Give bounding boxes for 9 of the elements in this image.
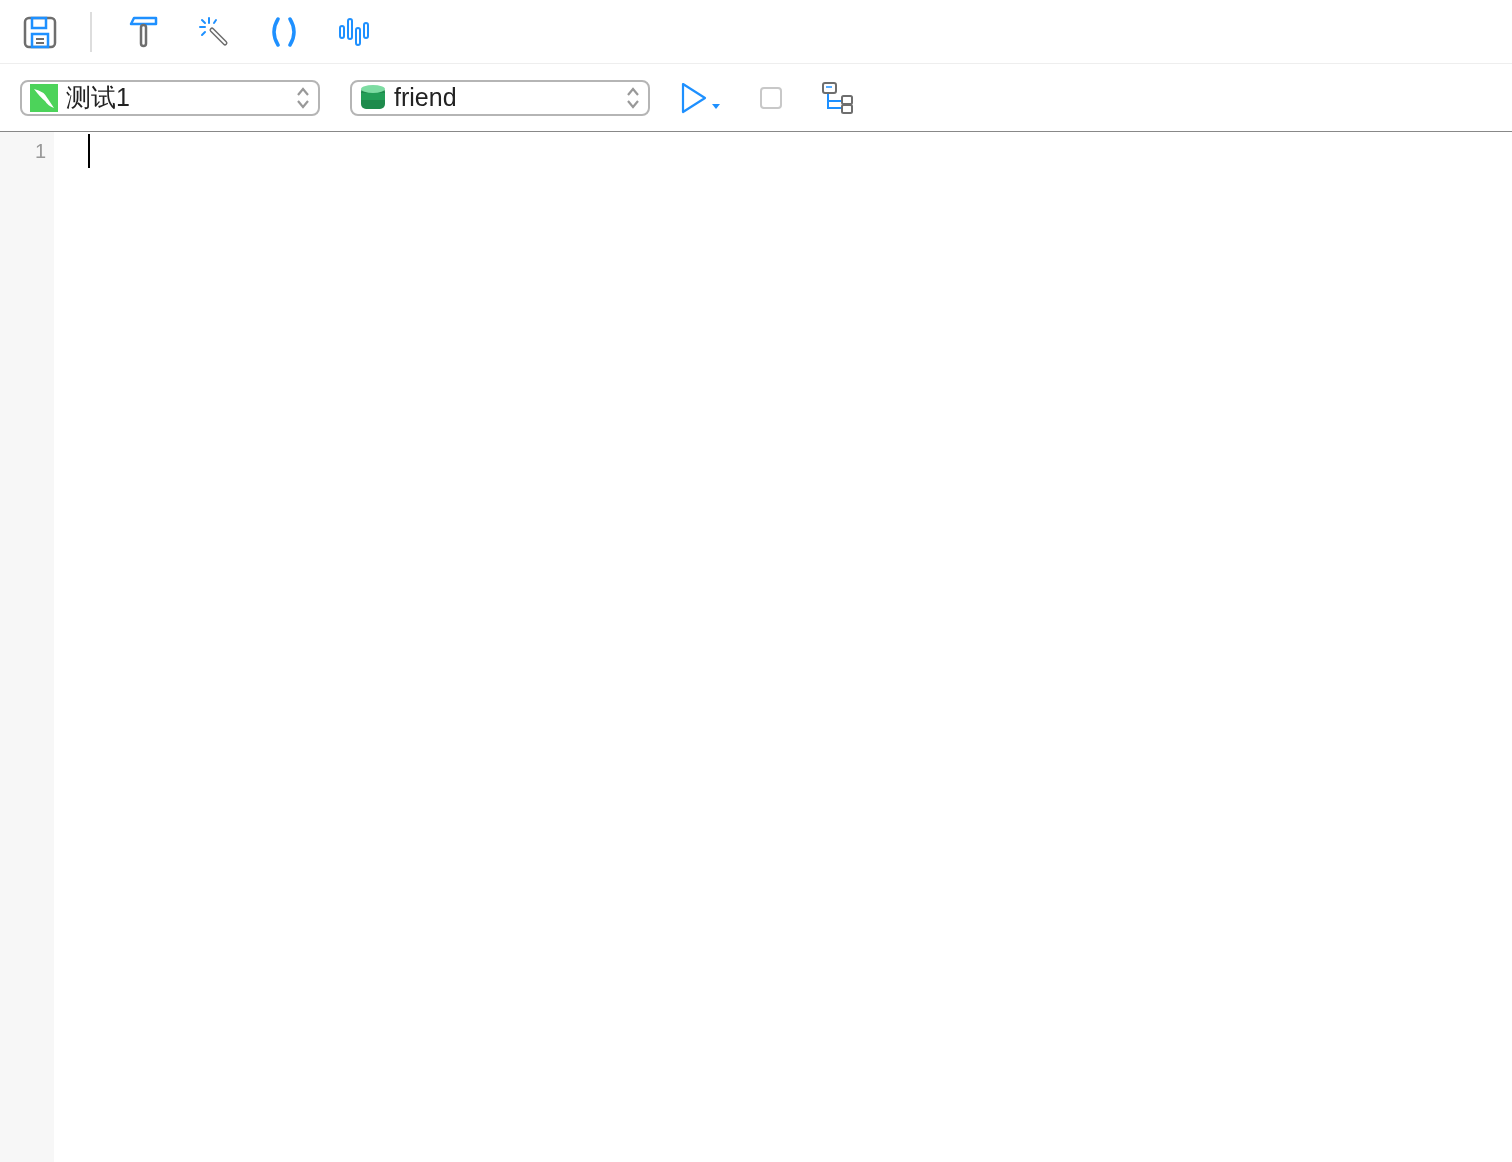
connection-name: 测试1 (66, 82, 131, 113)
database-name: friend (394, 83, 458, 112)
line-number: 1 (34, 140, 47, 164)
database-icon (360, 83, 386, 112)
chevron-updown-icon (626, 85, 640, 110)
chevron-updown-icon (296, 85, 310, 110)
explain-tree-icon[interactable] (822, 80, 856, 115)
database-select[interactable]: friend (350, 79, 650, 116)
connection-select[interactable]: 测试1 (20, 79, 320, 116)
